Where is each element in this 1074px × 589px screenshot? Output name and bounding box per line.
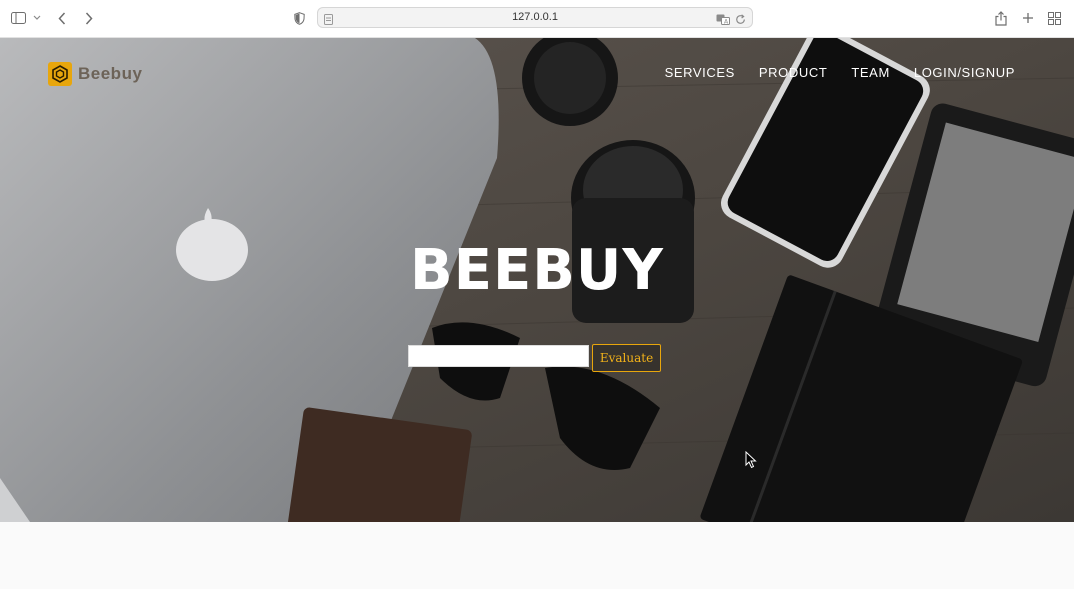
chevron-down-icon[interactable] xyxy=(32,8,42,28)
browser-toolbar: 127.0.0.1 A xyxy=(0,0,1074,38)
hexagon-logo-icon xyxy=(48,62,72,86)
new-tab-icon[interactable] xyxy=(1020,8,1036,28)
nav-services[interactable]: SERVICES xyxy=(665,65,735,80)
reload-icon[interactable] xyxy=(735,12,746,30)
share-icon[interactable] xyxy=(993,8,1009,28)
hero-section: Beebuy SERVICES PRODUCT TEAM LOGIN/SIGNU… xyxy=(0,38,1074,522)
evaluate-input[interactable] xyxy=(408,345,589,367)
address-bar[interactable]: 127.0.0.1 A xyxy=(317,7,753,28)
back-icon[interactable] xyxy=(55,8,69,28)
url-text: 127.0.0.1 xyxy=(512,11,558,23)
forward-icon[interactable] xyxy=(82,8,96,28)
hero-title: BEEBUY xyxy=(410,238,664,303)
evaluate-button[interactable]: Evaluate xyxy=(592,344,661,372)
nav-product[interactable]: PRODUCT xyxy=(759,65,827,80)
shield-icon[interactable] xyxy=(292,8,306,28)
site-logo-text: Beebuy xyxy=(78,64,143,83)
tab-overview-icon[interactable] xyxy=(1046,8,1062,28)
sidebar-icon[interactable] xyxy=(10,8,26,28)
nav-team[interactable]: TEAM xyxy=(851,65,890,80)
site-logo[interactable]: Beebuy xyxy=(48,62,142,86)
main-nav: SERVICES PRODUCT TEAM LOGIN/SIGNUP xyxy=(665,65,1015,80)
translate-icon[interactable]: A xyxy=(716,12,730,30)
mouse-cursor-icon xyxy=(745,451,757,469)
nav-login-signup[interactable]: LOGIN/SIGNUP xyxy=(914,65,1015,80)
